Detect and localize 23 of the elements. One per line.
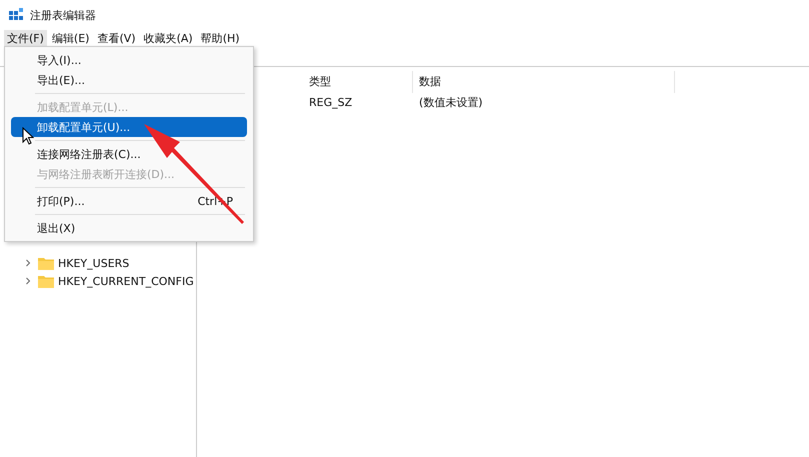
registry-icon — [8, 7, 24, 23]
folder-icon — [38, 256, 54, 270]
tree-item[interactable]: HKEY_CURRENT_CONFIG — [58, 274, 194, 288]
column-header[interactable]: 数据 — [413, 71, 675, 93]
table-cell-text: (数值未设置) — [418, 94, 484, 110]
window-title: 注册表编辑器 — [30, 8, 96, 22]
menu-option[interactable]: 连接网络注册表(C)... — [11, 144, 247, 164]
menu-item[interactable]: 编辑(E) — [48, 30, 92, 46]
table-cell-text: REG_SZ — [308, 96, 354, 108]
menu-option[interactable]: 导入(I)... — [11, 50, 247, 70]
folder-icon — [38, 274, 54, 288]
menu-item[interactable]: 文件(F) — [4, 30, 47, 46]
menu-item[interactable]: 收藏夹(A) — [140, 30, 196, 46]
menu-option[interactable]: 退出(X) — [11, 218, 247, 238]
chevron-icon[interactable] — [24, 259, 32, 267]
menu-option[interactable]: 导出(E)... — [11, 70, 247, 90]
menu-item[interactable]: 查看(V) — [94, 30, 139, 46]
tree-item[interactable]: HKEY_USERS — [58, 256, 130, 270]
menu-item[interactable]: 帮助(H) — [198, 30, 243, 46]
column-header[interactable]: 类型 — [303, 71, 413, 93]
cursor-icon — [22, 127, 34, 145]
chevron-icon[interactable] — [24, 277, 32, 285]
menu-option[interactable]: 卸载配置单元(U)... — [11, 117, 247, 137]
